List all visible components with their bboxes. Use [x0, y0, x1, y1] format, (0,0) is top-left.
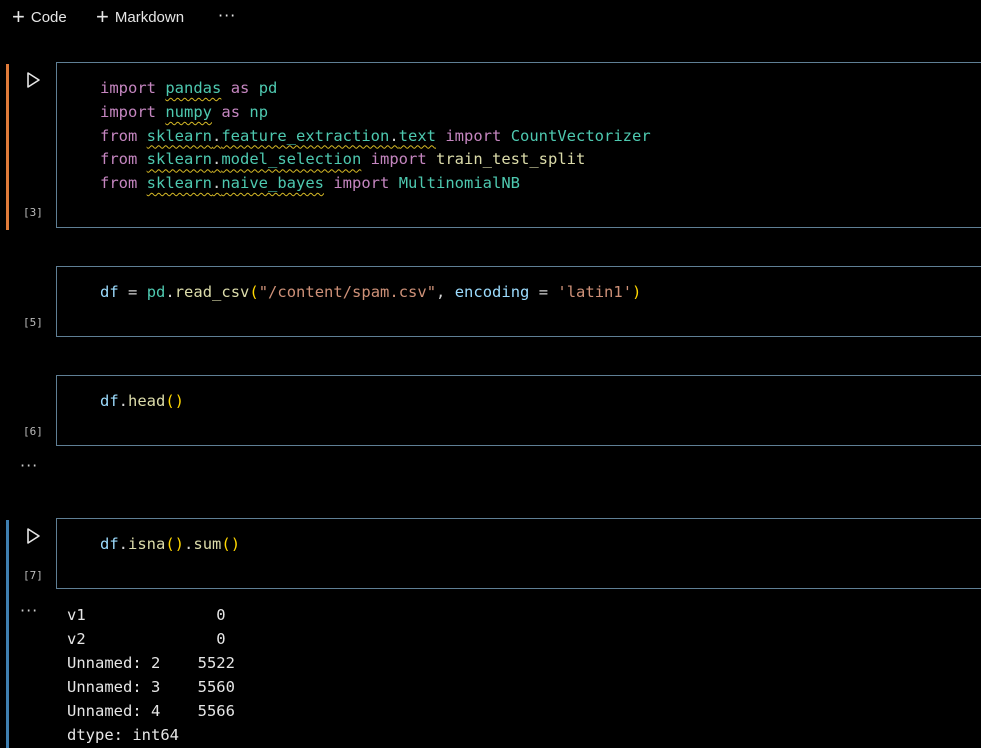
notebook-toolbar: + Code + Markdown ···	[0, 0, 981, 34]
code-text: df.isna().sum()	[100, 535, 241, 553]
code-cell-head[interactable]: [6] df.head() ···	[0, 373, 981, 478]
run-cell-icon[interactable]	[23, 526, 43, 546]
code-text: import pandas as pd import numpy as np f…	[100, 79, 651, 192]
code-editor[interactable]: df = pd.read_csv("/content/spam.csv", en…	[56, 266, 981, 337]
collapsed-output-icon[interactable]: ···	[20, 456, 38, 475]
execution-count: [7]	[23, 569, 43, 582]
plus-icon: +	[12, 4, 25, 29]
add-code-cell-button[interactable]: + Code	[12, 6, 67, 28]
code-text: df.head()	[100, 392, 185, 410]
plus-icon: +	[96, 4, 109, 29]
code-editor[interactable]: df.head()	[56, 375, 981, 446]
execution-count: [3]	[23, 206, 43, 219]
output-actions-icon[interactable]: ···	[20, 601, 38, 620]
cell-selection-bar	[6, 64, 9, 230]
execution-count: [6]	[23, 425, 43, 438]
add-markdown-cell-button[interactable]: + Markdown	[96, 6, 184, 28]
execution-count: [5]	[23, 316, 43, 329]
add-markdown-label: Markdown	[114, 8, 185, 26]
run-cell-icon[interactable]	[23, 70, 43, 90]
code-editor[interactable]: df.isna().sum()	[56, 518, 981, 589]
code-text: df = pd.read_csv("/content/spam.csv", en…	[100, 283, 642, 301]
more-actions-icon[interactable]: ···	[218, 6, 236, 25]
code-editor[interactable]: import pandas as pd import numpy as np f…	[56, 62, 981, 228]
cell-focus-bar	[6, 520, 9, 748]
code-cell-read-csv[interactable]: [5] df = pd.read_csv("/content/spam.csv"…	[0, 264, 981, 339]
cell-output: v1 0 v2 0 Unnamed: 2 5522 Unnamed: 3 556…	[67, 606, 235, 744]
add-code-label: Code	[30, 8, 67, 26]
code-cell-imports[interactable]: [3] import pandas as pd import numpy as …	[0, 60, 981, 230]
